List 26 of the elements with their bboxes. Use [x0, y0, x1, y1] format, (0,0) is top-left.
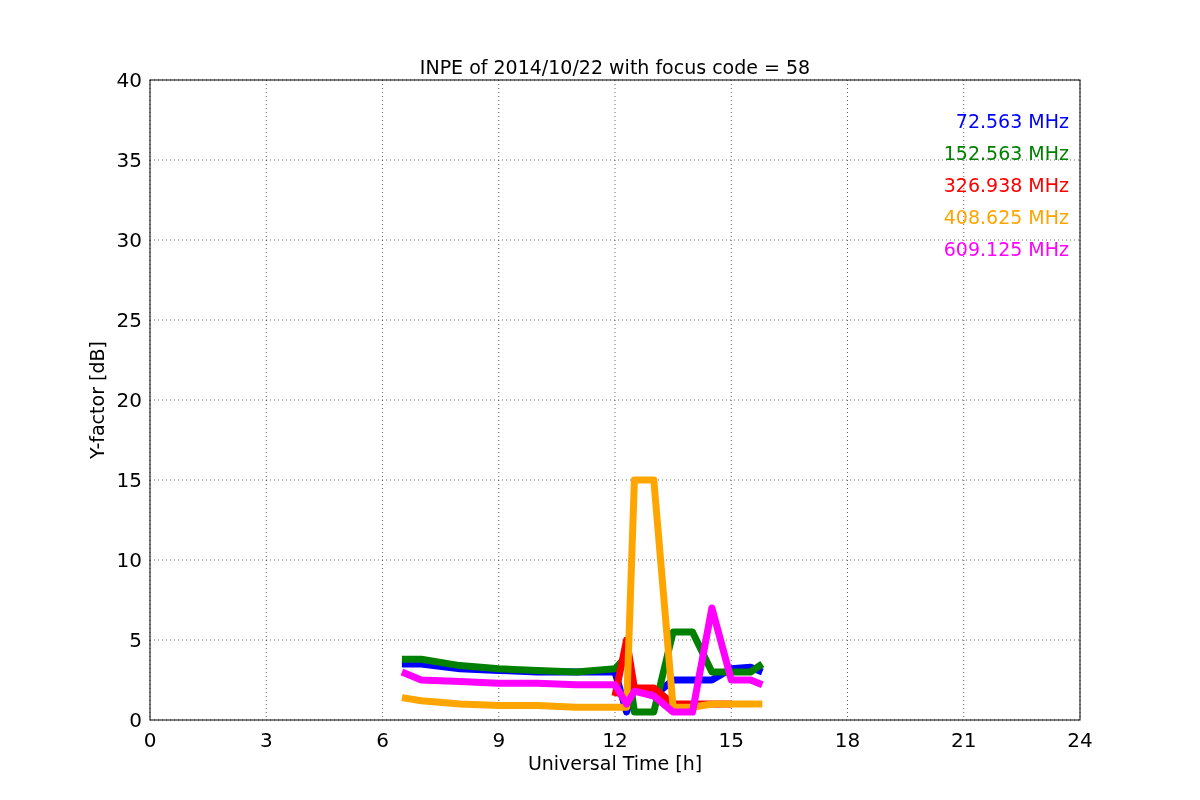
- x-tick-label: 24: [1067, 728, 1093, 752]
- x-tick-label: 3: [259, 728, 273, 752]
- chart-title: INPE of 2014/10/22 with focus code = 58: [419, 56, 811, 78]
- legend-label: 408.625 MHz: [943, 206, 1069, 228]
- y-tick-label: 40: [116, 68, 142, 92]
- y-tick-label: 15: [116, 468, 142, 492]
- x-axis-label: Universal Time [h]: [527, 752, 703, 774]
- legend-label: 609.125 MHz: [943, 238, 1069, 260]
- y-tick-label: 20: [116, 388, 142, 412]
- x-tick-label: 6: [376, 728, 389, 752]
- x-tick-label: 21: [951, 728, 977, 752]
- legend-label: 152.563 MHz: [943, 142, 1069, 164]
- y-tick-label: 25: [116, 308, 142, 332]
- x-tick-label: 18: [834, 728, 861, 752]
- y-tick-label: 30: [116, 228, 142, 252]
- x-tick-label: 12: [602, 728, 628, 752]
- y-tick-label: 35: [116, 148, 142, 172]
- x-tick-label: 9: [492, 728, 506, 752]
- x-tick-label: 15: [718, 728, 744, 752]
- x-tick-label: 0: [143, 728, 157, 752]
- y-axis-label: Y-factor [dB]: [86, 341, 108, 459]
- legend-label: 72.563 MHz: [955, 110, 1069, 132]
- y-tick-label: 0: [129, 708, 142, 732]
- y-tick-label: 10: [116, 548, 142, 572]
- y-tick-label: 5: [129, 628, 142, 652]
- legend-label: 326.938 MHz: [943, 174, 1069, 196]
